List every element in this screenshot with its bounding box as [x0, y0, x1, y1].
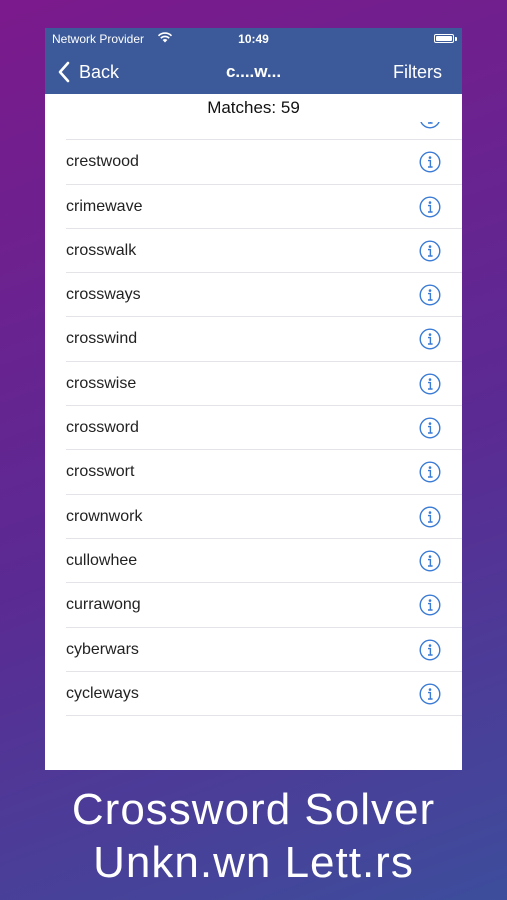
list-item[interactable]: crestwood — [45, 140, 462, 185]
info-icon[interactable] — [419, 328, 441, 350]
caption-subtitle: Unkn.wn Lett.rs — [93, 838, 414, 887]
info-icon[interactable] — [419, 417, 441, 439]
list-item[interactable]: crimewave — [45, 185, 462, 229]
back-label: Back — [79, 61, 120, 82]
word-list[interactable]: creamwove crestwood crimewave crosswalk cros… — [45, 122, 462, 731]
battery-icon — [434, 34, 457, 43]
list-item[interactable]: crosswalk — [45, 229, 462, 274]
info-icon[interactable] — [419, 151, 441, 173]
filters-button[interactable]: Filters — [393, 50, 442, 94]
info-icon[interactable] — [419, 284, 441, 306]
list-item[interactable]: cycleways — [45, 672, 462, 717]
word-label: crimewave — [66, 197, 143, 215]
word-label: creamwove — [66, 122, 148, 140]
list-item[interactable]: crosswise — [45, 362, 462, 407]
word-label: crosswort — [66, 463, 135, 481]
info-icon[interactable] — [419, 683, 441, 705]
caption-title: Crossword Solver — [71, 785, 436, 834]
list-item[interactable]: crownwork — [45, 495, 462, 539]
back-button[interactable]: Back — [57, 50, 119, 94]
word-label: crossword — [66, 419, 139, 437]
word-label: cycleways — [66, 684, 139, 702]
list-item[interactable]: crossword — [45, 406, 462, 451]
info-icon[interactable] — [419, 240, 441, 262]
info-icon[interactable] — [419, 373, 441, 395]
word-label: crosswise — [66, 374, 137, 392]
info-icon[interactable] — [419, 550, 441, 572]
word-label: crosswind — [66, 330, 138, 348]
status-bar: Network Provider 10:49 — [45, 28, 462, 50]
list-item[interactable]: crosswort — [45, 450, 462, 495]
info-icon[interactable] — [419, 461, 441, 483]
row-divider — [66, 715, 462, 717]
list-item[interactable]: crosswind — [45, 317, 462, 362]
word-label: cullowhee — [66, 551, 138, 569]
info-icon[interactable] — [419, 122, 441, 129]
list-item[interactable]: cyberwars — [45, 628, 462, 672]
word-label: crestwood — [66, 153, 139, 171]
navigation-bar: Back c....w... Filters — [45, 50, 462, 94]
word-label: cyberwars — [66, 640, 139, 658]
info-icon[interactable] — [419, 639, 441, 661]
word-label: crownwork — [66, 507, 143, 525]
word-label: crosswalk — [66, 241, 137, 259]
matches-count: Matches: 59 — [207, 98, 300, 117]
word-label: currawong — [66, 596, 141, 614]
list-item[interactable]: cullowhee — [45, 539, 462, 584]
list-item[interactable]: crossways — [45, 273, 462, 318]
word-label: crossways — [66, 286, 141, 304]
status-time: 10:49 — [238, 32, 269, 46]
list-item[interactable]: creamwove — [45, 122, 462, 141]
chevron-left-icon — [58, 61, 70, 83]
list-item[interactable]: currawong — [45, 583, 462, 628]
info-icon[interactable] — [419, 506, 441, 528]
app-screen: Network Provider 10:49 Back c....w... Fi… — [45, 28, 462, 770]
info-icon[interactable] — [419, 594, 441, 616]
info-icon[interactable] — [419, 196, 441, 218]
